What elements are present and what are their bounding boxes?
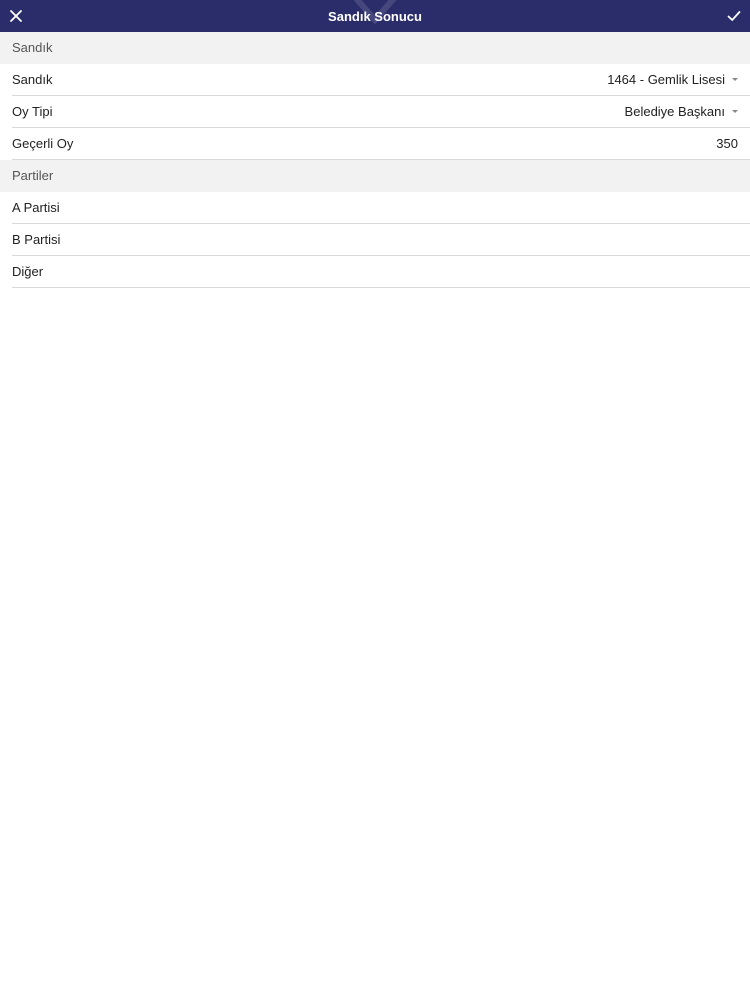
watermark-emblem-icon bbox=[353, 0, 397, 25]
gecerli-oy-row[interactable]: Geçerli Oy 350 bbox=[12, 128, 750, 160]
a-partisi-row[interactable]: A Partisi bbox=[12, 192, 750, 224]
sandik-value: 1464 - Gemlik Lisesi bbox=[607, 72, 725, 87]
gecerli-oy-field[interactable]: 350 bbox=[716, 136, 750, 151]
diger-label: Diğer bbox=[12, 264, 44, 279]
form-content: Sandık Sandık 1464 - Gemlik Lisesi Oy Ti… bbox=[0, 32, 750, 288]
gecerli-oy-value: 350 bbox=[716, 136, 738, 151]
close-icon bbox=[10, 10, 22, 22]
gecerli-oy-label: Geçerli Oy bbox=[12, 136, 74, 151]
section-header-sandik: Sandık bbox=[0, 32, 750, 64]
oy-tipi-select[interactable]: Belediye Başkanı bbox=[625, 104, 750, 119]
a-partisi-label: A Partisi bbox=[12, 200, 60, 215]
sandik-row[interactable]: Sandık 1464 - Gemlik Lisesi bbox=[12, 64, 750, 96]
close-button[interactable] bbox=[0, 0, 32, 32]
check-icon bbox=[727, 11, 741, 21]
dropdown-caret-icon bbox=[732, 110, 738, 113]
dropdown-caret-icon bbox=[732, 78, 738, 81]
confirm-button[interactable] bbox=[718, 0, 750, 32]
section-header-partiler: Partiler bbox=[0, 160, 750, 192]
app-bar: Sandık Sonucu bbox=[0, 0, 750, 32]
oy-tipi-row[interactable]: Oy Tipi Belediye Başkanı bbox=[12, 96, 750, 128]
sandik-select[interactable]: 1464 - Gemlik Lisesi bbox=[607, 72, 750, 87]
oy-tipi-label: Oy Tipi bbox=[12, 104, 53, 119]
oy-tipi-value: Belediye Başkanı bbox=[624, 104, 725, 119]
sandik-label: Sandık bbox=[12, 72, 53, 87]
b-partisi-label: B Partisi bbox=[12, 232, 61, 247]
diger-row[interactable]: Diğer bbox=[12, 256, 750, 288]
b-partisi-row[interactable]: B Partisi bbox=[12, 224, 750, 256]
